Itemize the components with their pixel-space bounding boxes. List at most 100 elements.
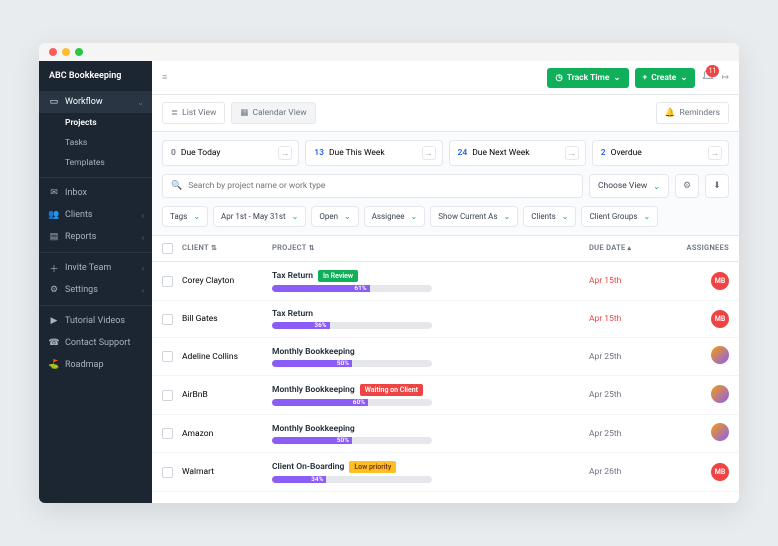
track-time-button[interactable]: ◷ Track Time ⌄ bbox=[547, 68, 628, 88]
due-date: Apr 25th bbox=[589, 390, 669, 400]
sidebar-item-settings[interactable]: ⚙ Settings ‹ bbox=[39, 279, 152, 301]
project-name: Monthly Bookkeeping Waiting on Client bbox=[272, 384, 589, 396]
logout-icon[interactable]: ↦ bbox=[721, 73, 729, 83]
progress-bar: 50% bbox=[272, 437, 432, 444]
reminders-button[interactable]: 🔔 Reminders bbox=[656, 102, 729, 124]
row-checkbox[interactable] bbox=[162, 428, 173, 439]
table-row[interactable]: Adeline Collins Monthly Bookkeeping 50% … bbox=[152, 338, 739, 376]
tab-list-view[interactable]: ≣ List View bbox=[162, 102, 225, 124]
filter-open[interactable]: Open⌄ bbox=[311, 206, 358, 227]
table-row[interactable]: Walmart Client On-Boarding Low priority … bbox=[152, 453, 739, 492]
inbox-icon: ✉ bbox=[49, 188, 59, 198]
table-row[interactable]: AirBnB Monthly Bookkeeping Waiting on Cl… bbox=[152, 376, 739, 415]
notif-badge: 11 bbox=[706, 65, 720, 77]
row-checkbox[interactable] bbox=[162, 351, 173, 362]
sidebar-label: Workflow bbox=[65, 97, 103, 107]
arrow-right-icon[interactable]: → bbox=[708, 146, 722, 160]
chevron-down-icon: ⌄ bbox=[680, 73, 687, 83]
client-name: Corey Clayton bbox=[182, 276, 272, 286]
table-row[interactable]: Bill Gates Tax Return 36% Apr 15th MB bbox=[152, 301, 739, 338]
row-checkbox[interactable] bbox=[162, 467, 173, 478]
project-name: Monthly Bookkeeping bbox=[272, 347, 589, 357]
sidebar-item-workflow[interactable]: ▭ Workflow ⌄ bbox=[39, 91, 152, 113]
min-dot[interactable] bbox=[62, 48, 70, 56]
select-all-checkbox[interactable] bbox=[162, 243, 173, 254]
sidebar-item-invite[interactable]: ＋ Invite Team ‹ bbox=[39, 257, 152, 279]
create-button[interactable]: + Create ⌄ bbox=[635, 68, 696, 88]
sidebar-item-reports[interactable]: ▤ Reports ‹ bbox=[39, 226, 152, 248]
card-number: 24 bbox=[458, 148, 468, 158]
sidebar-sub-tasks[interactable]: Tasks bbox=[39, 133, 152, 153]
avatar[interactable]: MB bbox=[711, 463, 729, 481]
sidebar-label: Contact Support bbox=[65, 338, 130, 348]
col-client[interactable]: CLIENT⇅ bbox=[182, 243, 272, 254]
arrow-right-icon[interactable]: → bbox=[278, 146, 292, 160]
summary-card[interactable]: 24Due Next Week→ bbox=[449, 140, 586, 166]
project-name: Monthly Bookkeeping bbox=[272, 424, 589, 434]
client-name: Adeline Collins bbox=[182, 352, 272, 362]
chevron-down-icon: ⌄ bbox=[562, 212, 569, 221]
calendar-icon: ▦ bbox=[240, 108, 248, 118]
tab-calendar-view[interactable]: ▦ Calendar View bbox=[231, 102, 315, 124]
row-checkbox[interactable] bbox=[162, 276, 173, 287]
col-due[interactable]: DUE DATE▴ bbox=[589, 243, 669, 254]
chevron-left-icon: ‹ bbox=[142, 211, 144, 220]
summary-card[interactable]: 2Overdue→ bbox=[592, 140, 729, 166]
topbar: ≡ ◷ Track Time ⌄ + Create ⌄ 11 ↦ bbox=[152, 61, 739, 95]
close-dot[interactable] bbox=[49, 48, 57, 56]
download-icon-button[interactable]: ⬇ bbox=[705, 174, 729, 198]
sidebar-sub-projects[interactable]: Projects bbox=[39, 113, 152, 133]
arrow-right-icon[interactable]: → bbox=[565, 146, 579, 160]
filter-clients[interactable]: Clients⌄ bbox=[523, 206, 576, 227]
project-name: Tax Return bbox=[272, 309, 589, 319]
row-checkbox[interactable] bbox=[162, 390, 173, 401]
avatar[interactable]: MB bbox=[711, 310, 729, 328]
chevron-down-icon: ⌄ bbox=[137, 98, 144, 107]
sidebar-item-contact[interactable]: ☎ Contact Support bbox=[39, 332, 152, 354]
avatar[interactable] bbox=[711, 385, 729, 403]
status-badge: Low priority bbox=[349, 461, 396, 473]
table-row[interactable]: Corey Clayton Tax Return In Review 61% A… bbox=[152, 262, 739, 301]
max-dot[interactable] bbox=[75, 48, 83, 56]
sidebar-item-inbox[interactable]: ✉ Inbox bbox=[39, 182, 152, 204]
sidebar-item-roadmap[interactable]: ⛳ Roadmap bbox=[39, 354, 152, 376]
chart-icon: ▤ bbox=[49, 232, 59, 242]
sidebar-sub-templates[interactable]: Templates bbox=[39, 153, 152, 173]
search-icon: 🔍 bbox=[171, 181, 182, 191]
col-project[interactable]: PROJECT⇅ bbox=[272, 243, 589, 254]
filter-tags[interactable]: Tags⌄ bbox=[162, 206, 208, 227]
tab-label: List View bbox=[182, 108, 216, 118]
sidebar-item-tutorials[interactable]: ▶ Tutorial Videos bbox=[39, 310, 152, 332]
due-date: Apr 26th bbox=[589, 467, 669, 477]
progress-pct: 60% bbox=[353, 399, 365, 406]
filter-dates[interactable]: Apr 1st - May 31st⌄ bbox=[213, 206, 306, 227]
chevron-down-icon: ⌄ bbox=[344, 212, 351, 221]
summary-card[interactable]: 13Due This Week→ bbox=[305, 140, 442, 166]
notifications-button[interactable]: 11 bbox=[701, 69, 715, 86]
card-label: Due Today bbox=[181, 148, 221, 158]
filter-show-as[interactable]: Show Current As⌄ bbox=[430, 206, 518, 227]
summary-card[interactable]: 0Due Today→ bbox=[162, 140, 299, 166]
avatar[interactable] bbox=[711, 423, 729, 441]
chevron-left-icon: ‹ bbox=[142, 233, 144, 242]
plus-icon: + bbox=[643, 73, 648, 83]
search-input[interactable] bbox=[188, 181, 574, 191]
settings-icon-button[interactable]: ⚙ bbox=[675, 174, 699, 198]
filter-client-groups[interactable]: Client Groups⌄ bbox=[581, 206, 658, 227]
row-checkbox[interactable] bbox=[162, 314, 173, 325]
choose-view-dropdown[interactable]: Choose View ⌄ bbox=[589, 174, 669, 198]
gear-icon: ⚙ bbox=[49, 285, 59, 295]
sort-icon: ▴ bbox=[628, 244, 632, 252]
progress-pct: 36% bbox=[314, 322, 326, 329]
arrow-right-icon[interactable]: → bbox=[422, 146, 436, 160]
avatar[interactable]: MB bbox=[711, 272, 729, 290]
table-row[interactable]: Amazon Monthly Bookkeeping 50% Apr 25th bbox=[152, 415, 739, 453]
filter-assignee[interactable]: Assignee⌄ bbox=[364, 206, 426, 227]
avatar[interactable] bbox=[711, 346, 729, 364]
sidebar-item-clients[interactable]: 👥 Clients ‹ bbox=[39, 204, 152, 226]
users-icon: 👥 bbox=[49, 210, 59, 220]
due-date: Apr 15th bbox=[589, 276, 669, 286]
chevron-down-icon: ⌄ bbox=[292, 212, 299, 221]
menu-icon[interactable]: ≡ bbox=[162, 72, 167, 83]
search-box[interactable]: 🔍 bbox=[162, 174, 583, 198]
